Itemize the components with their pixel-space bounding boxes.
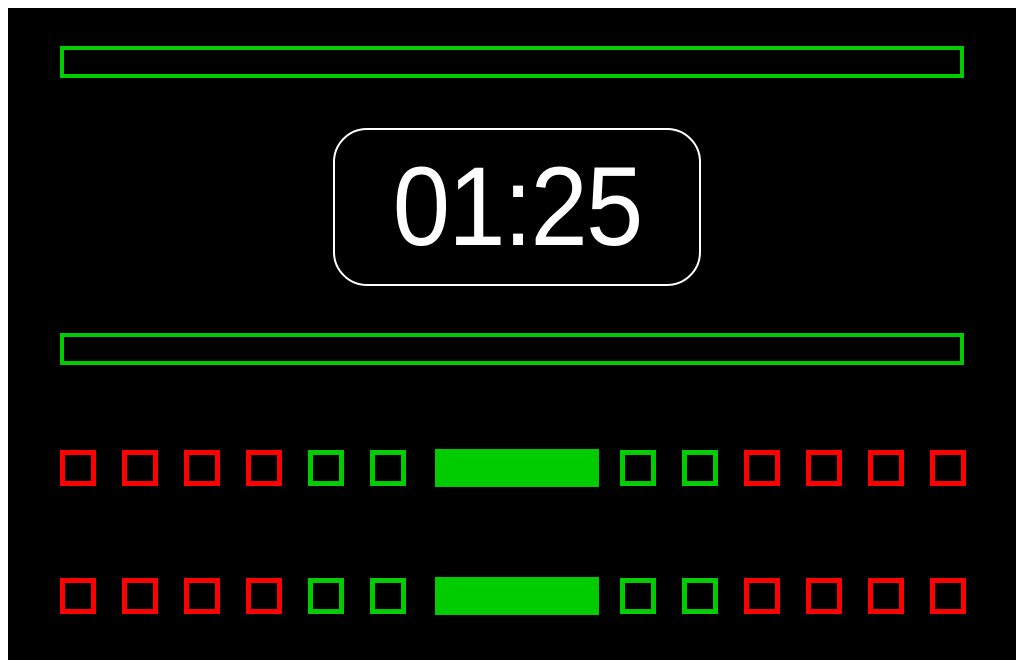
indicator-square-left-5 (308, 450, 344, 486)
indicator-square-left-2 (122, 578, 158, 614)
indicator-square-left-6 (370, 450, 406, 486)
indicator-row-2 (60, 576, 980, 616)
indicator-square-right-2 (682, 578, 718, 614)
indicator-square-right-5 (868, 450, 904, 486)
indicator-square-left-6 (370, 578, 406, 614)
indicator-square-left-1 (60, 450, 96, 486)
indicator-square-right-1 (620, 578, 656, 614)
indicator-square-right-6 (930, 578, 966, 614)
indicator-square-right-3 (744, 450, 780, 486)
indicator-square-left-2 (122, 450, 158, 486)
display-screen: 01:25 (8, 8, 1016, 660)
indicator-square-right-6 (930, 450, 966, 486)
timer-display: 01:25 (392, 144, 644, 269)
indicator-square-left-4 (246, 578, 282, 614)
top-progress-bar (60, 46, 964, 78)
indicator-square-right-1 (620, 450, 656, 486)
center-indicator-bar (435, 577, 599, 615)
bottom-progress-bar (60, 333, 964, 365)
indicator-square-left-3 (184, 578, 220, 614)
indicator-square-right-3 (744, 578, 780, 614)
indicator-square-right-4 (806, 450, 842, 486)
indicator-square-left-5 (308, 578, 344, 614)
indicator-row-1 (60, 448, 980, 488)
indicator-square-left-4 (246, 450, 282, 486)
indicator-square-right-2 (682, 450, 718, 486)
indicator-square-left-1 (60, 578, 96, 614)
indicator-square-right-5 (868, 578, 904, 614)
indicator-square-left-3 (184, 450, 220, 486)
center-indicator-bar (435, 449, 599, 487)
timer-box: 01:25 (333, 128, 701, 286)
indicator-square-right-4 (806, 578, 842, 614)
